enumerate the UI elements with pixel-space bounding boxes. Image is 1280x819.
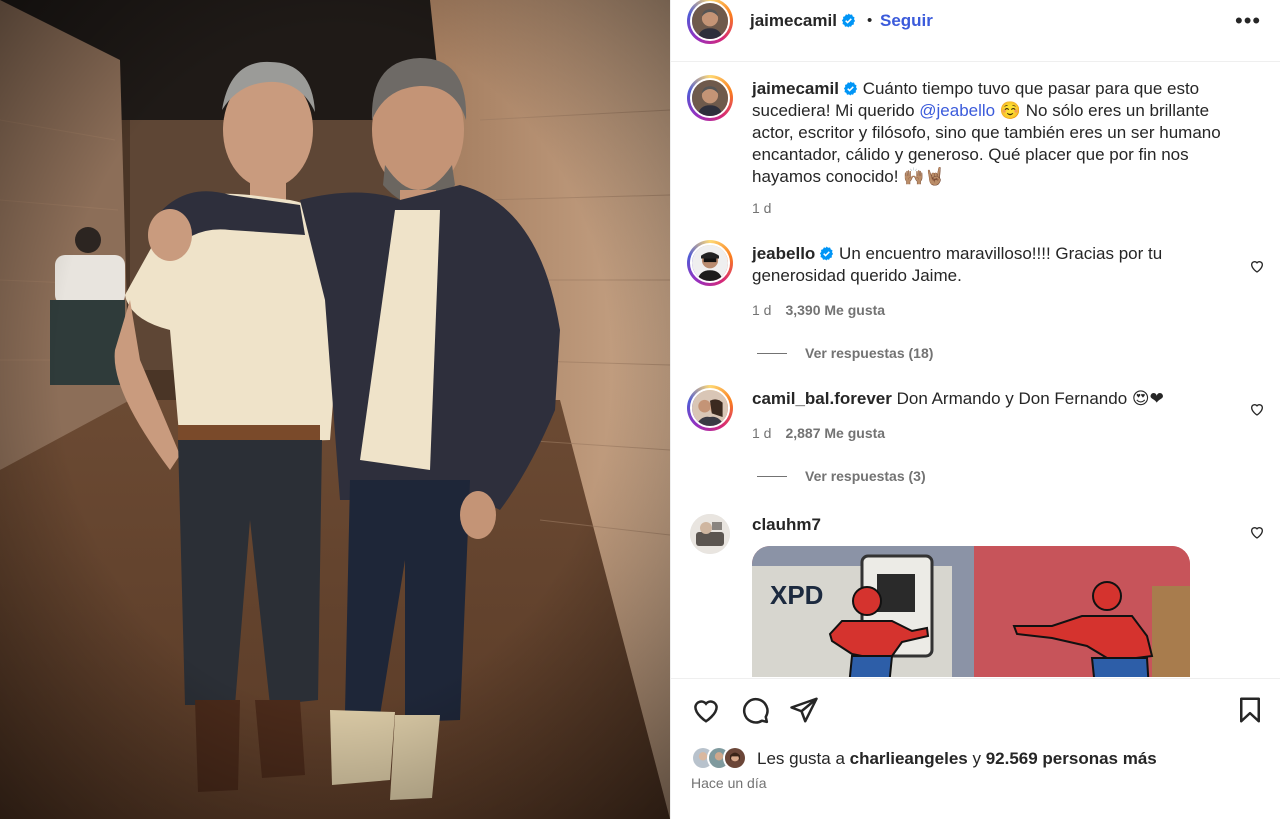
comment-likes[interactable]: 3,390 Me gusta [785,302,885,318]
caption-mention-link[interactable]: @jeabello [919,101,995,120]
gif-building-text: XPD [770,580,823,610]
view-replies-label: Ver respuestas (18) [805,345,934,361]
like-heart-icon[interactable] [691,695,723,727]
caption-text: jaimecamil Cuánto tiempo tuvo que pasar … [752,78,1252,188]
post-actions: Les gusta a charlieangeles y 92.569 pers… [671,678,1280,819]
comment-username[interactable]: jeabello [752,244,815,263]
comment-time: 1 d [752,425,772,441]
liker-avatar [723,746,747,770]
likes-mid: y [967,749,986,768]
comment-meta: 1 d 2,887 Me gusta [752,425,885,441]
post-timestamp: Hace un día [691,775,767,791]
comments-list[interactable]: jaimecamil Cuánto tiempo tuvo que pasar … [671,63,1280,677]
comment-text: clauhm7 [752,514,1252,536]
view-replies-button[interactable]: Ver respuestas (3) [757,468,926,484]
like-comment-heart-icon[interactable] [1249,524,1265,540]
follow-button[interactable]: Seguir [880,11,933,31]
author-username[interactable]: jaimecamil [750,11,856,31]
comment-text: jeabello Un encuentro maravilloso!!!! Gr… [752,243,1252,287]
comment-avatar[interactable] [690,514,730,554]
post-side-panel: jaimecamil • Seguir ••• jaimecamil Cuánt… [670,0,1280,819]
paper-plane-icon[interactable] [789,695,821,727]
like-comment-heart-icon[interactable] [1249,258,1265,274]
comment-avatar[interactable] [687,240,733,286]
likes-count[interactable]: 92.569 personas más [986,749,1157,768]
replies-line [757,476,787,477]
comment-username[interactable]: camil_bal.forever [752,389,892,408]
likes-prefix: Les gusta a [757,749,850,768]
post-photo-image [0,0,670,819]
post-header: jaimecamil • Seguir ••• [671,0,1280,62]
comment-text: camil_bal.forever Don Armando y Don Fern… [752,388,1252,410]
liked-by-username[interactable]: charlieangeles [850,749,968,768]
comment-body: Don Armando y Don Fernando 😍❤ [896,389,1164,408]
view-replies-label: Ver respuestas (3) [805,468,926,484]
comment-time: 1 d [752,302,772,318]
author-avatar[interactable] [687,0,733,44]
caption-username[interactable]: jaimecamil [752,79,839,98]
verified-badge-icon [843,81,858,96]
comment-gif[interactable]: XPD [752,546,1190,677]
caption-time: 1 d [752,200,772,216]
like-comment-heart-icon[interactable] [1249,401,1265,417]
view-replies-button[interactable]: Ver respuestas (18) [757,345,933,361]
comment-meta: 1 d 3,390 Me gusta [752,302,885,318]
post-photo[interactable] [0,0,670,819]
separator-dot: • [867,12,873,29]
replies-line [757,353,787,354]
likes-summary[interactable]: Les gusta a charlieangeles y 92.569 pers… [757,749,1157,769]
caption-meta: 1 d [752,200,771,216]
comment-bubble-icon[interactable] [740,695,772,727]
comment-username[interactable]: clauhm7 [752,515,821,534]
comment-likes[interactable]: 2,887 Me gusta [785,425,885,441]
more-options-icon[interactable]: ••• [1235,8,1261,34]
comment-avatar[interactable] [687,385,733,431]
spiderman-pointing-gif: XPD [752,546,1190,677]
verified-badge-icon [819,246,834,261]
verified-badge-icon [841,13,856,28]
caption-author-avatar[interactable] [687,75,733,121]
bookmark-icon[interactable] [1235,695,1267,727]
author-username-text: jaimecamil [750,11,837,30]
